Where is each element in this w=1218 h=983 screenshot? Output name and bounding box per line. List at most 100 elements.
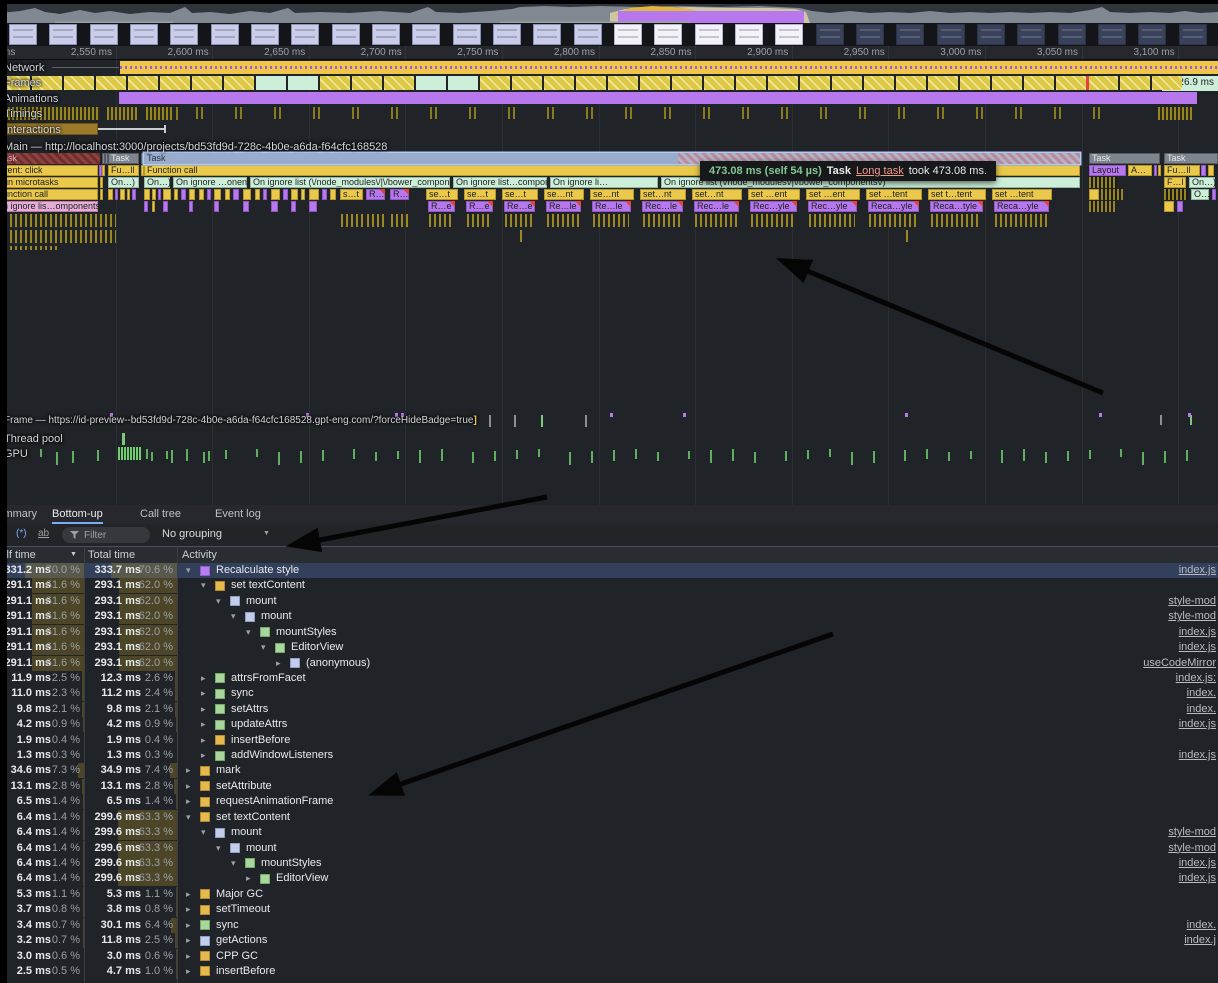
flame-segment[interactable]: Task xyxy=(1089,153,1160,164)
frame-block[interactable] xyxy=(512,76,542,90)
flame-segment[interactable] xyxy=(263,189,267,200)
frame-block[interactable] xyxy=(960,76,990,90)
table-row[interactable]: 6.5 ms1.4 %6.5 ms1.4 %▸requestAnimationF… xyxy=(0,794,1218,809)
expand-icon[interactable]: ▸ xyxy=(201,673,206,684)
frame-block[interactable] xyxy=(640,76,670,90)
flame-segment[interactable]: se…nt xyxy=(544,189,584,200)
table-row[interactable]: 5.3 ms1.1 %5.3 ms1.1 %▸Major GC xyxy=(0,887,1218,902)
frame-block[interactable] xyxy=(1024,76,1054,90)
collapse-icon[interactable]: ▾ xyxy=(216,843,221,854)
column-header-total-time[interactable]: Total time xyxy=(88,549,135,561)
animations-track-bar[interactable] xyxy=(119,92,1197,104)
flame-segment[interactable]: un microtasks xyxy=(0,177,98,188)
filmstrip-thumbnail[interactable] xyxy=(816,24,844,45)
cpu-overview-chart[interactable] xyxy=(0,4,1218,23)
time-ruler[interactable]: ms2,550 ms2,600 ms2,650 ms2,700 ms2,750 … xyxy=(0,46,1218,60)
flame-segment[interactable]: se…nt xyxy=(590,189,634,200)
table-row[interactable]: 34.6 ms7.3 %34.9 ms7.4 %▸mark xyxy=(0,763,1218,778)
table-row[interactable]: 2.5 ms0.5 %4.7 ms1.0 %▸insertBefore xyxy=(0,964,1218,979)
flame-segment[interactable]: ask xyxy=(0,153,100,164)
frame-block[interactable] xyxy=(768,76,798,90)
dropped-frame-marker[interactable] xyxy=(1086,76,1089,90)
frame-block[interactable] xyxy=(288,76,318,90)
flame-segment[interactable]: On ignore list…components\/) xyxy=(453,177,547,188)
frame-block[interactable] xyxy=(864,76,894,90)
flame-segment[interactable] xyxy=(174,189,178,200)
flame-segment[interactable]: R…e xyxy=(466,201,493,212)
flame-segment[interactable] xyxy=(330,189,336,200)
flame-segment[interactable] xyxy=(1212,189,1216,200)
flame-segment[interactable] xyxy=(163,201,168,212)
network-track-bar[interactable] xyxy=(120,61,1218,74)
frame-block[interactable] xyxy=(224,76,254,90)
frame-block[interactable] xyxy=(608,76,638,90)
source-link[interactable]: index.js xyxy=(1179,718,1216,730)
flame-segment[interactable] xyxy=(120,189,125,200)
frames-track-label[interactable]: Frames xyxy=(4,77,41,89)
collapse-icon[interactable]: ▾ xyxy=(216,596,221,607)
flame-segment[interactable] xyxy=(309,201,317,212)
frame-block[interactable] xyxy=(896,76,926,90)
flame-segment[interactable] xyxy=(271,189,280,200)
filmstrip-thumbnail[interactable] xyxy=(856,24,884,45)
table-row[interactable]: 4.2 ms0.9 %4.2 ms0.9 %▸updateAttrsindex.… xyxy=(0,717,1218,732)
table-row[interactable]: 6.4 ms1.4 %299.6 ms63.3 %▸EditorViewinde… xyxy=(0,871,1218,886)
frame-block[interactable] xyxy=(320,76,350,90)
filmstrip-thumbnail[interactable] xyxy=(170,24,198,45)
frame-block[interactable] xyxy=(576,76,606,90)
expand-icon[interactable]: ▸ xyxy=(201,719,206,730)
flame-segment[interactable] xyxy=(1089,201,1115,212)
flame-segment[interactable]: Reca…yle xyxy=(994,201,1049,212)
flame-segment[interactable]: Rec…le xyxy=(642,201,683,212)
collapse-icon[interactable]: ▾ xyxy=(231,858,236,869)
flame-segment[interactable]: set …tent xyxy=(992,189,1052,200)
flame-segment[interactable]: R…e xyxy=(428,201,455,212)
expand-icon[interactable]: ▸ xyxy=(186,889,191,900)
flame-segment[interactable] xyxy=(115,189,118,200)
source-link[interactable]: index.js: xyxy=(1176,672,1216,684)
expand-icon[interactable]: ▸ xyxy=(186,951,191,962)
table-row[interactable]: 6.4 ms1.4 %299.6 ms63.3 %▾mountStylesind… xyxy=(0,856,1218,871)
expand-icon[interactable]: ▸ xyxy=(276,658,281,669)
table-row[interactable]: 13.1 ms2.8 %13.1 ms2.8 %▸setAttribute xyxy=(0,779,1218,794)
filmstrip-thumbnail[interactable] xyxy=(291,24,319,45)
expand-icon[interactable]: ▸ xyxy=(201,688,206,699)
flame-segment[interactable] xyxy=(1089,189,1099,200)
filmstrip-thumbnail[interactable] xyxy=(493,24,521,45)
column-separator[interactable] xyxy=(84,546,85,983)
filmstrip-thumbnail[interactable] xyxy=(977,24,1005,45)
long-task-link[interactable]: Long task xyxy=(856,165,904,177)
source-link[interactable]: style-mod xyxy=(1168,610,1216,622)
column-separator[interactable] xyxy=(177,546,178,983)
flame-segment[interactable] xyxy=(207,189,211,200)
filmstrip-thumbnail[interactable] xyxy=(453,24,481,45)
filmstrip-thumbnail[interactable] xyxy=(735,24,763,45)
flame-segment[interactable]: set …tent xyxy=(866,189,922,200)
flame-segment[interactable]: Rec…yle xyxy=(808,201,857,212)
flame-segment[interactable] xyxy=(309,189,319,200)
source-link[interactable]: index.j xyxy=(1184,934,1216,946)
frame-block[interactable] xyxy=(96,76,126,90)
flame-segment[interactable]: R… xyxy=(366,189,385,200)
flame-segment[interactable]: vent: click xyxy=(0,165,98,176)
frame-block[interactable] xyxy=(1088,76,1118,90)
flame-segment[interactable]: Fu…ll xyxy=(108,165,139,176)
flame-segment[interactable] xyxy=(225,189,230,200)
flame-segment[interactable]: On…) xyxy=(144,177,170,188)
filmstrip-thumbnail[interactable] xyxy=(574,24,602,45)
flame-segment[interactable] xyxy=(199,189,204,200)
flame-segment[interactable] xyxy=(181,189,186,200)
table-row[interactable]: 11.9 ms2.5 %12.3 ms2.6 %▸attrsFromFaceti… xyxy=(0,671,1218,686)
table-row[interactable]: 291.1 ms61.6 %293.1 ms62.0 %▾EditorViewi… xyxy=(0,640,1218,655)
flame-segment[interactable]: Reca…tyle xyxy=(930,201,983,212)
source-link[interactable]: index. xyxy=(1187,703,1216,715)
flame-segment[interactable] xyxy=(102,165,105,176)
match-whole-word-icon[interactable]: ab xyxy=(38,528,49,539)
frame-block[interactable] xyxy=(256,76,286,90)
flame-segment[interactable]: Reca…yle xyxy=(868,201,919,212)
flame-segment[interactable] xyxy=(144,201,148,212)
flame-segment[interactable] xyxy=(189,201,193,212)
collapse-icon[interactable]: ▾ xyxy=(261,642,266,653)
flame-segment[interactable] xyxy=(301,189,305,200)
source-link[interactable]: style-mod xyxy=(1168,595,1216,607)
